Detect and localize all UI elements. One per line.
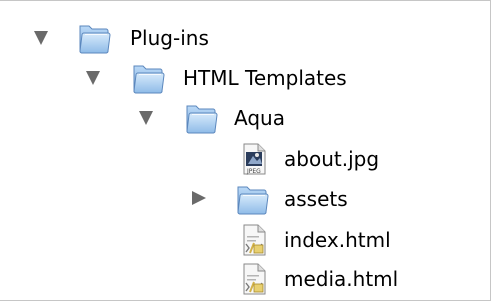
tree-row-index-html[interactable]: index.html: [0, 220, 490, 260]
tree-item-label: Aqua: [234, 106, 285, 130]
html-file-icon: [236, 262, 272, 296]
tree-item-label: about.jpg: [284, 147, 380, 171]
tree-row-aqua[interactable]: Aqua: [0, 98, 490, 138]
disclosure-triangle-expanded-icon[interactable]: [86, 71, 100, 85]
folder-icon: [130, 61, 166, 95]
tree-row-plug-ins[interactable]: Plug-ins: [0, 18, 490, 58]
tree-row-about-jpg[interactable]: about.jpg: [0, 139, 490, 179]
tree-item-label: assets: [284, 187, 348, 211]
folder-icon: [234, 182, 270, 216]
tree-row-assets[interactable]: assets: [0, 179, 490, 219]
tree-row-html-templates[interactable]: HTML Templates: [0, 58, 490, 98]
image-file-icon: [236, 142, 272, 176]
disclosure-triangle-expanded-icon[interactable]: [139, 111, 153, 125]
tree-item-label: Plug-ins: [130, 26, 209, 50]
tree-item-label: index.html: [284, 228, 391, 252]
tree-item-label: HTML Templates: [183, 66, 347, 90]
disclosure-triangle-expanded-icon[interactable]: [34, 31, 48, 45]
html-file-icon: [236, 223, 272, 257]
folder-icon: [76, 21, 112, 55]
tree-item-label: media.html: [284, 267, 399, 291]
tree-row-media-html[interactable]: media.html: [0, 259, 490, 299]
folder-icon: [183, 101, 219, 135]
file-tree: Plug-ins HTML Templates Aqua about.jpg a…: [0, 0, 491, 301]
disclosure-triangle-collapsed-icon[interactable]: [192, 191, 206, 205]
